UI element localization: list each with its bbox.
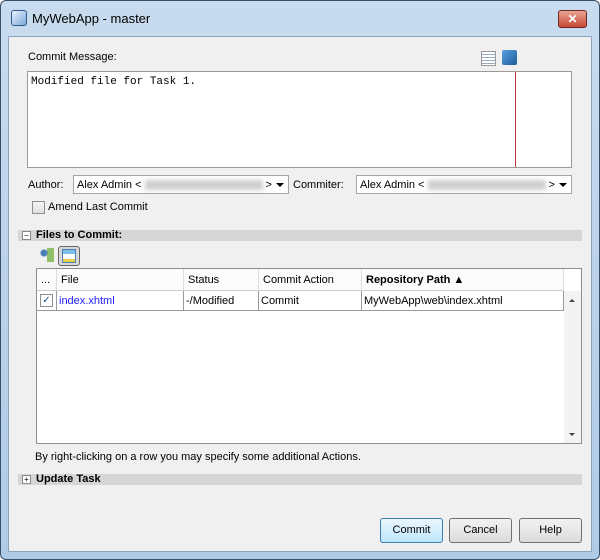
chevron-down-icon: [276, 183, 284, 187]
hint-text: By right-clicking on a row you may speci…: [35, 451, 361, 463]
col-header-status[interactable]: Status: [184, 269, 259, 291]
commit-action-cell[interactable]: Commit: [259, 291, 362, 311]
author-label: Author:: [28, 179, 64, 191]
flat-view-icon[interactable]: [40, 248, 54, 262]
cancel-button[interactable]: Cancel: [449, 518, 512, 543]
title-bar: MyWebApp - master: [11, 10, 150, 26]
expand-icon[interactable]: +: [22, 475, 31, 484]
committer-name: Alex Admin <: [360, 178, 425, 191]
scroll-up-icon[interactable]: [569, 299, 575, 302]
tree-view-toggle[interactable]: [58, 246, 80, 266]
col-header-commit-action[interactable]: Commit Action: [259, 269, 362, 291]
amend-label: Amend Last Commit: [48, 201, 148, 213]
tree-view-icon: [62, 249, 76, 263]
status-cell: -/Modified: [184, 291, 259, 311]
message-template-icon[interactable]: [481, 51, 496, 66]
files-section-title: Files to Commit:: [36, 229, 123, 241]
row-checkbox-cell[interactable]: ✓: [37, 291, 57, 311]
right-margin-line: [515, 72, 516, 167]
commit-message-input[interactable]: Modified file for Task 1.: [27, 71, 572, 168]
update-task-section-header[interactable]: + Update Task: [18, 474, 582, 485]
window-title: MyWebApp - master: [32, 10, 151, 26]
collapse-icon[interactable]: −: [22, 231, 31, 240]
committer-combo[interactable]: Alex Admin < >: [356, 175, 572, 194]
col-header-repository-path[interactable]: Repository Path ▲: [362, 269, 564, 291]
app-cube-icon: [11, 10, 27, 26]
author-suffix: >: [265, 178, 272, 191]
author-name: Alex Admin <: [77, 178, 142, 191]
update-task-title: Update Task: [36, 473, 101, 485]
repository-path-cell: MyWebApp\web\index.xhtml: [362, 291, 564, 311]
help-button[interactable]: Help: [519, 518, 582, 543]
author-combo[interactable]: Alex Admin < >: [73, 175, 289, 194]
committer-label: Commiter:: [293, 179, 344, 191]
files-section-header[interactable]: − Files to Commit:: [18, 230, 582, 241]
col-header-select[interactable]: ...: [37, 269, 57, 291]
redacted-email: [144, 179, 263, 190]
scroll-down-icon[interactable]: [569, 433, 575, 436]
commit-message-label: Commit Message:: [28, 51, 117, 63]
row-checkbox[interactable]: ✓: [40, 294, 53, 307]
amend-checkbox[interactable]: [32, 201, 45, 214]
vertical-scrollbar[interactable]: [564, 291, 581, 443]
load-message-icon[interactable]: [502, 50, 517, 65]
close-button[interactable]: ✕: [558, 10, 587, 28]
col-header-file[interactable]: File: [57, 269, 184, 291]
file-cell[interactable]: index.xhtml: [57, 291, 184, 311]
redacted-email: [427, 179, 546, 190]
files-table: ... File Status Commit Action Repository…: [36, 268, 582, 444]
chevron-down-icon: [559, 183, 567, 187]
commit-button[interactable]: Commit: [380, 518, 443, 543]
committer-suffix: >: [548, 178, 555, 191]
